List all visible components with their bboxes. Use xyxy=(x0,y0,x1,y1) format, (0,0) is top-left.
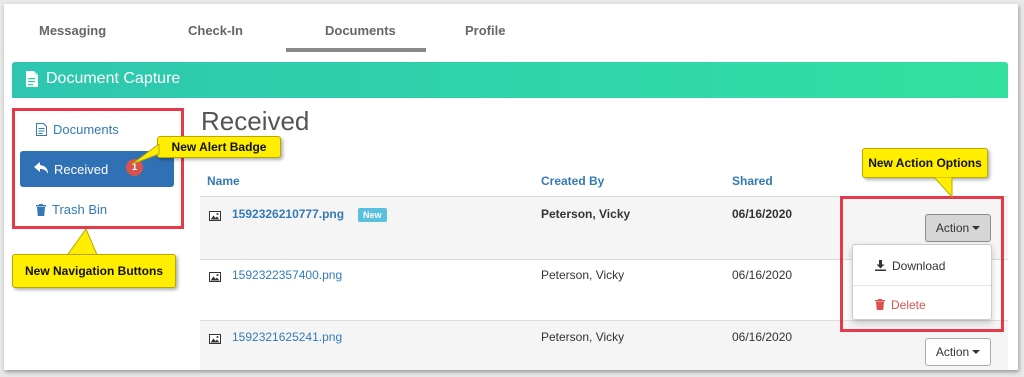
navigation-highlight-box xyxy=(12,108,184,229)
file-link[interactable]: 1592321625241.png xyxy=(232,330,342,344)
column-header-name[interactable]: Name xyxy=(207,174,240,188)
active-tab-indicator xyxy=(286,48,426,52)
header-title: Document Capture xyxy=(46,70,181,87)
created-by-cell: Peterson, Vicky xyxy=(541,207,631,221)
created-by-cell: Peterson, Vicky xyxy=(541,268,625,282)
file-link[interactable]: 1592322357400.png xyxy=(232,268,342,282)
image-file-icon xyxy=(209,208,221,226)
shared-date-cell: 06/16/2020 xyxy=(732,268,793,282)
file-link[interactable]: 1592326210777.png xyxy=(232,207,344,221)
shared-date-cell: 06/16/2020 xyxy=(732,330,793,344)
callout-navigation: New Navigation Buttons xyxy=(12,254,176,288)
created-by-cell: Peterson, Vicky xyxy=(541,330,625,344)
image-file-icon xyxy=(209,269,221,287)
document-icon xyxy=(25,71,38,92)
column-header-shared[interactable]: Shared xyxy=(732,174,773,188)
caret-down-icon xyxy=(972,350,981,354)
tab-documents[interactable]: Documents xyxy=(325,23,396,38)
top-tab-bar: Messaging Check-In Documents Profile xyxy=(4,4,1018,56)
tab-messaging[interactable]: Messaging xyxy=(39,23,106,38)
new-badge: New xyxy=(358,208,387,222)
shared-date-cell: 06/16/2020 xyxy=(732,207,793,221)
column-header-created-by[interactable]: Created By xyxy=(541,174,604,188)
action-button[interactable]: Action xyxy=(925,338,991,366)
action-button-label: Action xyxy=(935,345,970,359)
callout-pointer xyxy=(933,177,953,199)
callout-action-options: New Action Options xyxy=(862,148,988,178)
tab-check-in[interactable]: Check-In xyxy=(188,23,243,38)
app-window: Messaging Check-In Documents Profile Doc… xyxy=(4,4,1018,370)
image-file-icon xyxy=(209,331,221,349)
document-capture-header: Document Capture xyxy=(12,62,1008,98)
callout-pointer xyxy=(131,144,160,165)
action-options-highlight-box xyxy=(840,196,1004,332)
callout-alert-badge: New Alert Badge xyxy=(157,136,281,158)
tab-profile[interactable]: Profile xyxy=(465,23,505,38)
page-title: Received xyxy=(201,106,310,136)
